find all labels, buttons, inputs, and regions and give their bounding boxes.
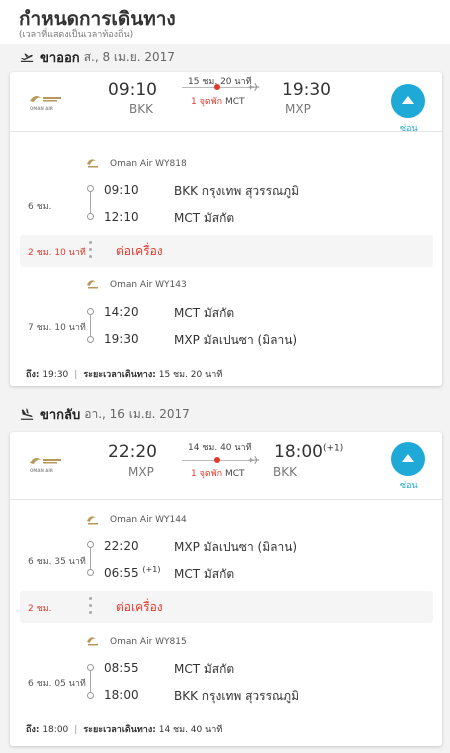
page-header: กำหนดการเดินทาง (เวลาที่แสดงเป็นเวลาท้อง… (0, 0, 450, 44)
vertical-dots-icon (89, 241, 93, 261)
leg-dep-time: 14:20 (104, 305, 139, 319)
plane-landing-icon (20, 408, 34, 420)
arrival-time: 19:30 (282, 80, 331, 100)
plane-takeoff-icon (20, 53, 34, 62)
oman-air-logo (86, 513, 100, 527)
timeline-line (90, 315, 91, 336)
oman-air-logo (86, 277, 100, 291)
arrival-time: 18:00(+1) (274, 442, 344, 462)
leg-arr-place: BKK กรุงเทพ สุวรรณภูมิ (174, 689, 299, 703)
stop-dot (214, 84, 220, 90)
departure-code: MXP (128, 465, 154, 479)
logo-text: OMAN AIR (30, 468, 53, 473)
inbound-date: อา., 16 เม.ย. 2017 (84, 406, 190, 421)
inbound-card: OMAN AIR 22:20 MXP 14 ชม. 40 นาที 1 จุดพ… (10, 432, 442, 746)
oman-air-logo: OMAN AIR (28, 92, 72, 112)
caret-up-icon (402, 96, 414, 104)
timeline-start-dot (87, 308, 94, 315)
leg-dep-place: MCT มัสกัต (174, 306, 235, 320)
carrier-name: Oman Air WY144 (110, 515, 187, 525)
timeline-line (90, 192, 91, 213)
carrier-name: Oman Air WY818 (110, 159, 187, 169)
leg-arr-time: 18:00 (104, 688, 139, 702)
collapse-button[interactable] (391, 84, 425, 118)
layover-duration: 2 ชม. 10 นาที (28, 248, 86, 258)
departure-time: 22:20 (108, 442, 157, 462)
stops-info: 1 จุดพัก MCT (191, 466, 245, 480)
outbound-label: ขาออก (40, 50, 80, 66)
layover-label: ต่อเครื่อง (116, 600, 163, 614)
layover-duration: 2 ชม. (28, 604, 52, 614)
inbound-label: ขากลับ (40, 407, 81, 423)
layover-row: 2 ชม. 10 นาที ต่อเครื่อง (20, 235, 433, 267)
stops-info: 1 จุดพัก MCT (191, 94, 245, 108)
timeline-line (90, 671, 91, 692)
leg-duration: 6 ชม. 05 นาที (28, 679, 86, 689)
carrier-name: Oman Air WY143 (110, 280, 187, 290)
timeline-start-dot (87, 664, 94, 671)
stop-dot (214, 457, 220, 463)
collapse-label[interactable]: ซ่อน (400, 478, 418, 492)
layover-label: ต่อเครื่อง (116, 244, 163, 258)
stop-airport: MCT (224, 97, 245, 107)
departure-code: BKK (129, 102, 153, 116)
oman-air-logo (86, 634, 100, 648)
leg-arr-place: MCT มัสกัต (174, 567, 235, 581)
oman-air-logo: OMAN AIR (28, 454, 72, 474)
plane-icon (248, 455, 260, 465)
caret-up-icon (402, 454, 414, 462)
leg-dep-time: 09:10 (104, 183, 139, 197)
departure-time: 09:10 (108, 80, 157, 100)
arrival-code: MXP (285, 102, 311, 116)
leg-arr-time: 12:10 (104, 210, 139, 224)
timeline-end-dot (87, 213, 94, 220)
inbound-heading: ขากลับ อา., 16 เม.ย. 2017 (20, 404, 190, 424)
layover-row: 2 ชม. ต่อเครื่อง (20, 591, 433, 623)
trip-footer: ถึง: 19:30 | ระยะเวลาเดินทาง: 15 ชม. 20 นา… (26, 370, 223, 380)
inbound-summary[interactable]: OMAN AIR 22:20 MXP 14 ชม. 40 นาที 1 จุดพ… (10, 432, 442, 500)
leg-dep-time: 22:20 (104, 539, 139, 553)
outbound-heading: ขาออก ส., 8 เม.ย. 2017 (20, 47, 175, 67)
timeline-end-dot (87, 336, 94, 343)
carrier-name: Oman Air WY815 (110, 637, 187, 647)
arrival-code: BKK (273, 465, 297, 479)
stops-count: 1 จุดพัก (191, 97, 223, 107)
leg-dep-place: BKK กรุงเทพ สุวรรณภูมิ (174, 184, 299, 198)
timeline-end-dot (87, 569, 94, 576)
collapse-button[interactable] (391, 442, 425, 476)
collapse-label[interactable]: ซ่อน (400, 121, 418, 135)
stops-count: 1 จุดพัก (191, 469, 223, 479)
trip-footer: ถึง: 18:00 | ระยะเวลาเดินทาง: 14 ชม. 40 นา… (26, 725, 223, 735)
outbound-date: ส., 8 เม.ย. 2017 (83, 49, 175, 64)
timeline-start-dot (87, 541, 94, 548)
leg-dep-time: 08:55 (104, 661, 139, 675)
outbound-card: OMAN AIR 09:10 BKK 15 ชม. 20 นาที 1 จุดพ… (10, 72, 442, 386)
logo-text: OMAN AIR (30, 106, 53, 111)
leg-dep-place: MXP มัลเปนซา (มิลาน) (174, 540, 298, 554)
leg-arr-place: MXP มัลเปนซา (มิลาน) (174, 333, 298, 347)
page-subtitle: (เวลาที่แสดงเป็นเวลาท้องถิ่น) (19, 30, 134, 40)
total-duration: 14 ชม. 40 นาที (188, 443, 252, 453)
timeline-start-dot (87, 185, 94, 192)
stop-airport: MCT (224, 469, 245, 479)
timeline-end-dot (87, 692, 94, 699)
oman-air-logo (86, 156, 100, 170)
outbound-summary[interactable]: OMAN AIR 09:10 BKK 15 ชม. 20 นาที 1 จุดพ… (10, 72, 442, 135)
leg-duration: 7 ชม. 10 นาที (28, 323, 86, 333)
leg-duration: 6 ชม. (28, 202, 52, 212)
leg-dep-place: MCT มัสกัต (174, 662, 235, 676)
vertical-dots-icon (89, 597, 93, 617)
leg-arr-place: MCT มัสกัต (174, 211, 235, 225)
timeline-line (90, 548, 91, 569)
leg-arr-time: 19:30 (104, 332, 139, 346)
leg-duration: 6 ชม. 35 นาที (28, 557, 86, 567)
leg-arr-time: 06:55 (+1) (104, 565, 161, 580)
plane-icon (248, 82, 260, 92)
